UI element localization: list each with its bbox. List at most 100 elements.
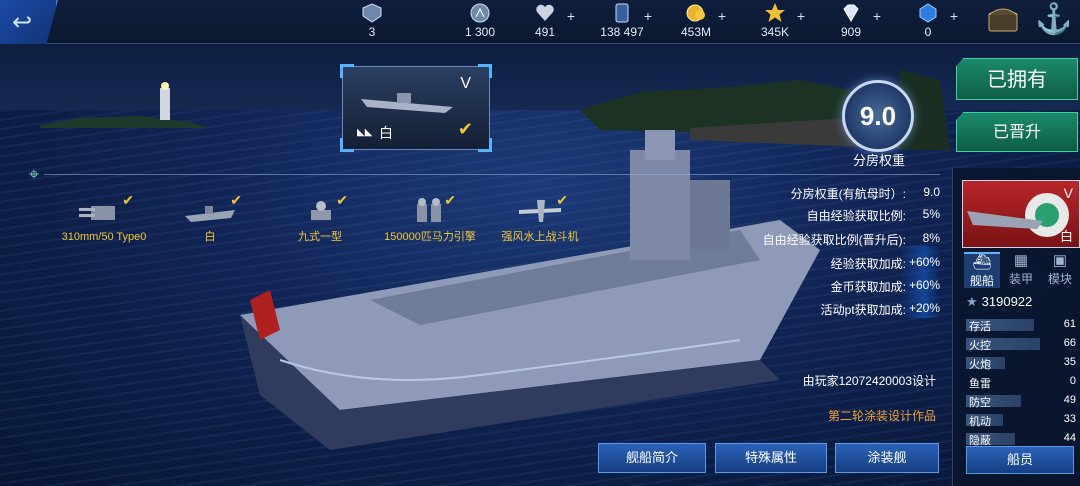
ship-name: 白 <box>379 125 393 141</box>
player-id: ★ 3190922 <box>966 294 1032 310</box>
attribute-value: 66 <box>1063 337 1076 349</box>
skin-ship-button[interactable]: 涂装舰 <box>835 443 939 473</box>
add-cards-button[interactable]: + <box>644 8 652 24</box>
attribute-row: 隐蔽 44 <box>966 432 1078 447</box>
ship-class-icon: ◣◣ <box>357 127 373 138</box>
attribute-value: 44 <box>1063 432 1076 444</box>
resource-value: 453M <box>680 25 712 39</box>
attribute-label: 防空 <box>969 397 991 409</box>
equipment-main-gun[interactable]: ✔ 310mm/50 Type0 <box>54 192 154 243</box>
attribute-value: 49 <box>1063 394 1076 406</box>
resource-rank: 3 <box>332 2 412 42</box>
attribute-value: 61 <box>1063 318 1076 330</box>
resource-value: 138 497 <box>600 25 644 39</box>
player-id-value: 3190922 <box>981 294 1033 309</box>
stat-row: 分房权重(有航母时）: 9.0 <box>540 185 940 205</box>
crew-button[interactable]: 船员 <box>966 446 1074 474</box>
blue-gem-icon <box>919 3 937 23</box>
stat-label: 自由经验获取比例(晋升后): <box>762 233 906 247</box>
tab-ship[interactable]: ⛴ 舰船 <box>964 252 1000 288</box>
add-gems-button[interactable]: + <box>950 8 958 24</box>
stat-label: 经验获取加成: <box>830 257 906 271</box>
card-icon <box>615 3 629 23</box>
rank-badge-icon <box>362 3 382 23</box>
room-weight-value: 9.0 <box>859 101 897 131</box>
resource-gems: 0 + <box>888 2 968 42</box>
armor-tab-icon: ▦ <box>1013 252 1029 269</box>
resource-gold: 453M + <box>656 2 736 42</box>
selected-ship-card[interactable]: V ◣◣ 白 ✔ <box>340 64 492 152</box>
attribute-row: 火炮 35 <box>966 356 1078 371</box>
room-weight-badge: 9.0 <box>842 80 914 152</box>
compass-coin-icon <box>470 3 490 23</box>
stat-row: 自由经验获取比例(晋升后): 8% <box>540 231 940 251</box>
tab-label: 模块 <box>1047 272 1072 286</box>
attribute-value: 33 <box>1063 413 1076 425</box>
back-button[interactable]: ↩ <box>0 0 58 44</box>
attribute-row: 鱼雷 0 <box>966 375 1078 390</box>
ship-card-image <box>361 93 453 113</box>
resource-stars: 345K + <box>735 2 815 42</box>
crosshair-icon: ⌖ <box>28 164 40 184</box>
owned-check-icon: ✔ <box>457 119 473 139</box>
resource-cards: 138 497 + <box>582 2 662 42</box>
stat-row: 活动pt获取加成: +20% <box>540 301 940 321</box>
attribute-row: 存活 61 <box>966 318 1078 333</box>
stat-value: 8% <box>922 231 940 245</box>
attribute-label: 机动 <box>969 416 991 428</box>
equipped-check-icon: ✔ <box>122 192 134 208</box>
add-hearts-button[interactable]: + <box>567 8 575 24</box>
tab-armor[interactable]: ▦ 装甲 <box>1003 252 1039 288</box>
star-icon <box>765 3 785 22</box>
divider <box>44 174 940 175</box>
equipped-check-icon: ✔ <box>336 192 348 208</box>
tab-module[interactable]: ▣ 模块 <box>1042 252 1078 288</box>
equipment-fire-control[interactable]: ✔ 九式一型 <box>270 192 370 243</box>
treasure-chest-icon[interactable] <box>986 3 1020 35</box>
equipment-label: 九式一型 <box>298 231 342 243</box>
resource-value: 0 <box>924 25 932 39</box>
equipment-label: 150000匹马力引擎 <box>384 231 476 243</box>
ship-intro-button[interactable]: 舰船简介 <box>598 443 706 473</box>
design-round-label: 第二轮涂装设计作品 <box>827 409 936 423</box>
add-diamonds-button[interactable]: + <box>873 8 881 24</box>
equipped-check-icon: ✔ <box>230 192 242 208</box>
ship-tier: V <box>460 75 471 92</box>
ship-thumbnail[interactable]: V 白 <box>962 180 1080 248</box>
module-tab-icon: ▣ <box>1052 252 1068 269</box>
stat-value: +20% <box>908 301 940 315</box>
stat-value: 5% <box>922 207 940 221</box>
panel-ship-name: 白 <box>1059 229 1073 244</box>
stat-label: 自由经验获取比例: <box>806 209 906 223</box>
resource-value: 909 <box>840 25 862 39</box>
equipment-label: 310mm/50 Type0 <box>61 231 147 243</box>
ship-tab-icon: ⛴ <box>972 254 992 271</box>
hull-icon <box>185 206 235 222</box>
attribute-label: 火炮 <box>969 359 991 371</box>
resource-hearts: 491 + <box>505 2 585 42</box>
add-gold-button[interactable]: + <box>718 8 726 24</box>
promoted-button[interactable]: 已晋升 <box>956 112 1078 152</box>
equipped-check-icon: ✔ <box>444 192 456 208</box>
tab-label: 装甲 <box>1008 272 1033 286</box>
stat-label: 金币获取加成: <box>830 280 906 294</box>
special-attributes-button[interactable]: 特殊属性 <box>715 443 827 473</box>
gold-coin-icon <box>686 4 705 22</box>
attribute-row: 机动 33 <box>966 413 1078 428</box>
equipment-hull[interactable]: ✔ 白 <box>160 192 260 243</box>
stat-label: 分房权重(有航母时）: <box>790 187 906 201</box>
add-stars-button[interactable]: + <box>797 8 805 24</box>
stat-value: +60% <box>908 255 940 269</box>
star-icon: ★ <box>966 294 978 309</box>
back-arrow-icon: ↩ <box>12 9 33 36</box>
resource-value: 3 <box>368 25 376 39</box>
stat-value: 9.0 <box>923 185 940 199</box>
owned-button[interactable]: 已拥有 <box>956 58 1078 100</box>
attribute-label: 存活 <box>969 321 991 333</box>
resource-value: 345K <box>760 25 790 39</box>
attribute-value: 0 <box>1069 375 1076 387</box>
stat-row: 自由经验获取比例: 5% <box>540 207 940 227</box>
stat-row: 金币获取加成: +60% <box>540 278 940 298</box>
equipment-engine[interactable]: ✔ 150000匹马力引擎 <box>380 192 480 243</box>
anchor-menu-icon[interactable]: ⚓ <box>1034 2 1074 42</box>
